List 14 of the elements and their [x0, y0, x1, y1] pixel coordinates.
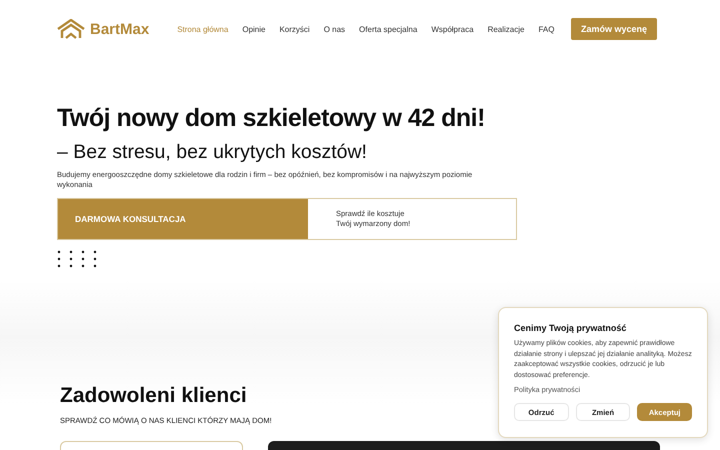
nav-link[interactable]: FAQ: [538, 24, 554, 34]
cookie-title: Cenimy Twoją prywatność: [514, 323, 628, 333]
logo-text: BartMax: [90, 20, 150, 38]
dot-grid-drawing: [57, 250, 97, 268]
nav-link[interactable]: Współpraca: [431, 24, 474, 34]
hero-title: Twój nowy dom szkieletowy w 42 dni!: [57, 104, 486, 133]
nav-link[interactable]: Korzyści: [279, 24, 310, 34]
nav-link[interactable]: Oferta specjalna: [359, 24, 418, 34]
hero-subtitle: – Bez stresu, bez ukrytych kosztów!: [57, 141, 368, 164]
nav-link[interactable]: Opinie: [242, 24, 266, 34]
house-roof-icon: [56, 19, 86, 39]
nav-link[interactable]: O nas: [324, 24, 346, 34]
nav-link[interactable]: Realizacje: [488, 24, 524, 34]
section-title: Zadowoleni klienci: [60, 384, 247, 408]
